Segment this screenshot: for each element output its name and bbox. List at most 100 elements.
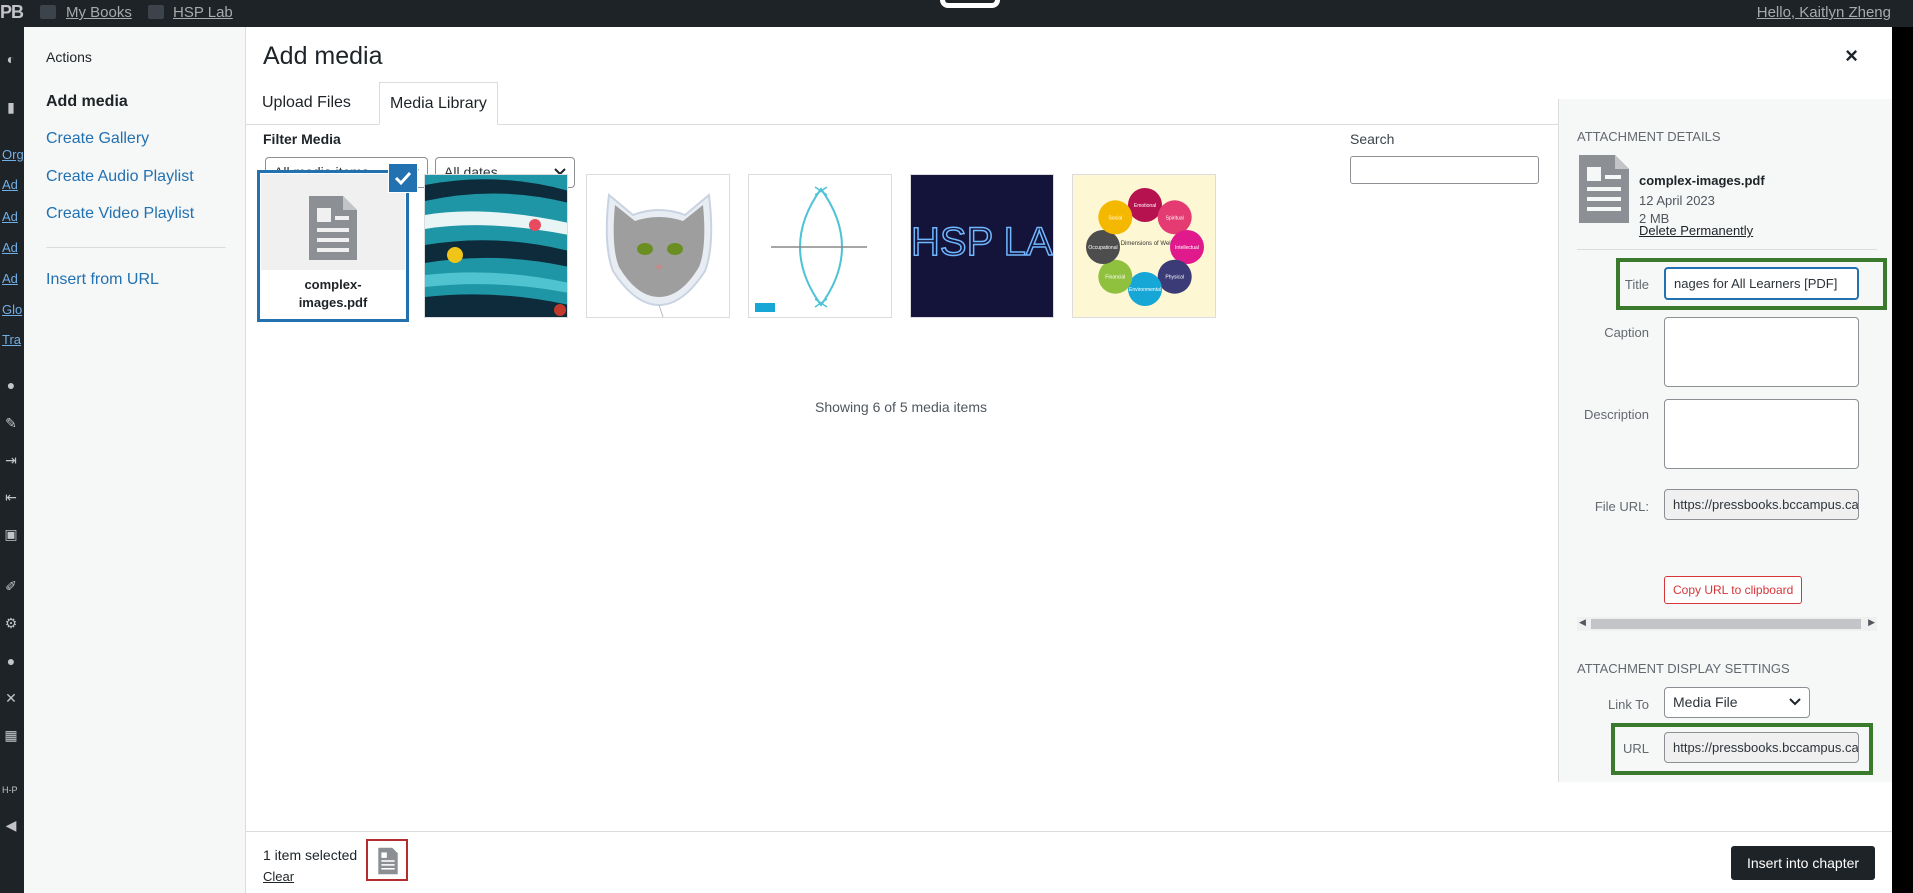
users-icon: ●: [6, 653, 16, 669]
admin-bar: PB My Books HSP Lab Hello, Kaitlyn Zheng: [0, 0, 1913, 27]
admin-link-1[interactable]: Org: [2, 147, 24, 162]
selection-count: 1 item selected: [263, 847, 358, 863]
link-to-label: Link To: [1608, 697, 1649, 712]
file-url-input[interactable]: https://pressbooks.bccampus.ca: [1664, 489, 1859, 520]
hsp-lab-logo-image: HSP LAB: [911, 175, 1054, 317]
filter-media-label: Filter Media: [263, 131, 341, 147]
attachment-details-panel: Attachment Details complex-images.pdf 12…: [1558, 99, 1892, 782]
link-to-value: Media File: [1673, 694, 1738, 710]
tab-upload-files[interactable]: Upload Files: [252, 82, 361, 125]
caption-label: Caption: [1604, 325, 1649, 340]
search-input[interactable]: [1350, 156, 1539, 184]
insert-into-chapter-button[interactable]: Insert into chapter: [1731, 846, 1875, 880]
pressbooks-logo[interactable]: PB: [0, 2, 24, 23]
admin-link-6[interactable]: Glo: [2, 302, 22, 317]
menu-item-create-gallery[interactable]: Create Gallery: [46, 130, 149, 148]
wellness-circle-label: Spiritual: [1166, 215, 1184, 221]
media-count-text: Showing 6 of 5 media items: [815, 399, 987, 415]
export-icon: ⇥: [5, 452, 17, 468]
caption-textarea[interactable]: [1664, 317, 1859, 387]
admin-link-5[interactable]: Ad: [2, 271, 18, 286]
delete-permanently-link[interactable]: Delete Permanently: [1639, 223, 1753, 238]
books-icon: [40, 5, 56, 19]
attachment-complex-images-pdf[interactable]: complex- images.pdf: [261, 174, 405, 318]
link-to-select[interactable]: Media File: [1664, 687, 1810, 718]
wellness-circle-label: Environmental: [1129, 287, 1161, 293]
dashboard-icon: ◐: [6, 51, 16, 67]
tab-media-library[interactable]: Media Library: [379, 82, 498, 125]
filename-line-1: complex-: [304, 277, 362, 292]
plugins-icon: ⚙: [4, 615, 18, 631]
hammer-icon: ✎: [5, 415, 17, 431]
media-toolbar: 1 item selected Clear Insert into chapte…: [246, 831, 1892, 893]
wellness-circle-label: Social: [1108, 215, 1122, 221]
settings-icon: ▦: [4, 727, 18, 743]
selected-item-thumbnail[interactable]: [366, 839, 408, 881]
admin-link-2[interactable]: Ad: [2, 177, 18, 192]
copy-url-button[interactable]: Copy URL to clipboard: [1664, 576, 1803, 604]
menu-item-create-audio-playlist[interactable]: Create Audio Playlist: [46, 168, 194, 186]
scroll-right-icon[interactable]: ▶: [1868, 617, 1875, 628]
brush-icon: ✐: [5, 578, 17, 594]
logo-text: HSP LAB: [911, 220, 1054, 264]
collapse-icon[interactable]: ◀: [3, 817, 19, 833]
menu-separator: [46, 247, 226, 248]
wellness-circle-label: Emotional: [1134, 203, 1156, 209]
filename-line-2: images.pdf: [298, 295, 368, 310]
attachment-infographic[interactable]: [424, 174, 568, 318]
description-textarea[interactable]: [1664, 399, 1859, 469]
title-highlight-box: [1616, 258, 1887, 310]
attachment-details-heading: Attachment Details: [1577, 129, 1721, 144]
menu-item-insert-from-url[interactable]: Insert from URL: [46, 271, 159, 289]
file-url-label: File URL:: [1594, 499, 1649, 514]
attachment-date: 12 April 2023: [1639, 193, 1715, 208]
admin-link-7[interactable]: Tra: [2, 332, 21, 347]
checkmark-icon: [394, 171, 412, 186]
url-highlight-box: [1611, 723, 1873, 775]
h5p-label: H-P: [2, 785, 18, 795]
admin-link-4[interactable]: Ad: [2, 240, 18, 255]
attachment-hsp-lab-logo[interactable]: HSP LAB: [910, 174, 1054, 318]
wellness-circle-label: Physical: [1165, 275, 1184, 281]
chevron-down-icon: [1789, 698, 1801, 706]
cat-balloon-image: [587, 175, 729, 317]
clear-selection-link[interactable]: Clear: [263, 869, 294, 884]
attachment-filename: complex- images.pdf: [261, 270, 405, 318]
admin-link-3[interactable]: Ad: [2, 209, 18, 224]
details-divider: [1577, 249, 1877, 250]
description-label: Description: [1583, 407, 1649, 422]
attachment-filename: complex-images.pdf: [1639, 173, 1765, 188]
wellness-wheel-image: Eight Dimensions of Wellness EmotionalSp…: [1073, 175, 1215, 317]
menu-item-create-video-playlist[interactable]: Create Video Playlist: [46, 205, 194, 223]
import-icon: ⇤: [5, 489, 17, 505]
modal-title: Add media: [263, 42, 383, 70]
scroll-thumb[interactable]: [1591, 619, 1861, 629]
site-link[interactable]: HSP Lab: [173, 4, 233, 21]
close-button[interactable]: ×: [1845, 43, 1858, 69]
media-modal: Actions Add media Create Gallery Create …: [24, 27, 1892, 893]
wellness-circle-label: Occupational: [1088, 245, 1117, 251]
book-icon: ▮: [7, 99, 15, 115]
document-icon: [1579, 155, 1629, 223]
attachment-cat-balloon[interactable]: [586, 174, 730, 318]
user-greeting-link[interactable]: Hello, Kaitlyn Zheng: [1757, 4, 1891, 21]
scroll-left-icon[interactable]: ◀: [1579, 617, 1586, 628]
horizontal-scrollbar[interactable]: ◀ ▶: [1577, 617, 1877, 631]
my-books-link[interactable]: My Books: [66, 4, 132, 21]
info-icon: ●: [6, 377, 16, 393]
menu-item-add-media[interactable]: Add media: [46, 93, 128, 111]
site-icon: [148, 5, 164, 19]
attachment-wellness-wheel[interactable]: Eight Dimensions of Wellness Emotional Sp…: [1072, 174, 1216, 318]
infographic-image: [425, 175, 567, 317]
search-label: Search: [1350, 131, 1395, 147]
overlay-fragment: [940, 0, 1000, 8]
lock-icon: ▣: [4, 526, 18, 542]
attachment-diagram[interactable]: [748, 174, 892, 318]
wellness-circle-label: Intellectual: [1175, 245, 1199, 251]
admin-sidebar: ◐ ▮ Org Ad Ad Ad Ad Glo Tra ● ✎ ⇥ ⇤ ▣ ✐ …: [0, 27, 24, 893]
document-icon: [378, 847, 398, 875]
selected-checkmark-button[interactable]: [389, 164, 417, 192]
display-settings-heading: Attachment Display Settings: [1577, 661, 1790, 676]
tools-icon: ✕: [5, 690, 17, 706]
lens-diagram-image: [749, 175, 891, 317]
